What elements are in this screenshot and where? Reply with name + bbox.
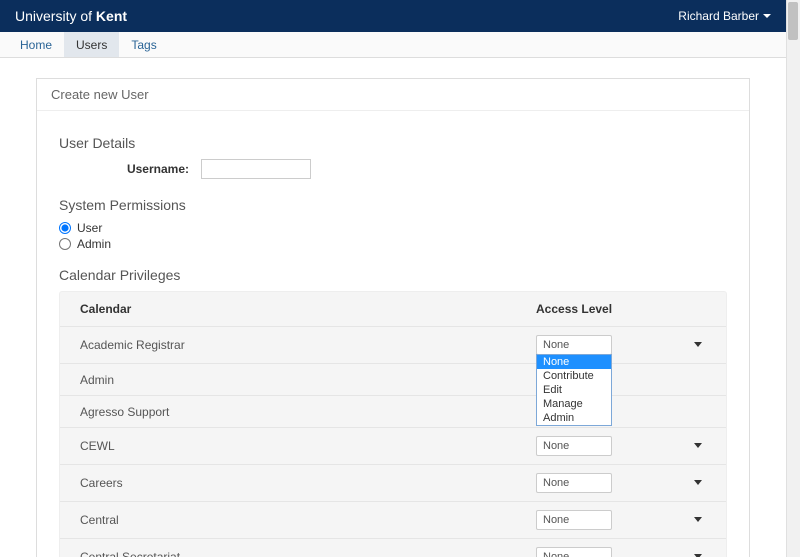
table-header: Calendar Access Level — [60, 292, 726, 326]
permission-admin-label: Admin — [77, 237, 111, 251]
calendar-name: Careers — [80, 476, 536, 490]
chevron-down-icon — [694, 342, 702, 347]
permission-user-row[interactable]: User — [59, 221, 727, 235]
scrollbar-thumb[interactable] — [788, 2, 798, 40]
table-row: CareersNone — [60, 464, 726, 501]
user-menu[interactable]: Richard Barber — [678, 9, 771, 23]
table-row: CEWLNone — [60, 427, 726, 464]
access-cell: None — [536, 473, 706, 493]
username-label: Username: — [99, 162, 189, 176]
chevron-down-icon — [694, 517, 702, 522]
access-level-option[interactable]: None — [537, 355, 611, 369]
access-cell: None — [536, 436, 706, 456]
brand: University of Kent — [15, 8, 127, 24]
scrollbar-track[interactable] — [786, 0, 800, 557]
section-user-details: User Details — [59, 135, 727, 151]
table-row: Academic RegistrarNoneNoneContributeEdit… — [60, 326, 726, 363]
panel-title: Create new User — [37, 79, 749, 111]
table-row: Admin — [60, 363, 726, 395]
calendar-name: Admin — [80, 373, 536, 387]
access-level-option[interactable]: Manage — [537, 397, 611, 411]
top-bar: University of Kent Richard Barber — [0, 0, 786, 32]
calendar-name: CEWL — [80, 439, 536, 453]
access-level-option[interactable]: Contribute — [537, 369, 611, 383]
access-level-option[interactable]: Edit — [537, 383, 611, 397]
access-level-dropdown: NoneContributeEditManageAdmin — [536, 354, 612, 426]
tab-users[interactable]: Users — [64, 32, 119, 57]
access-cell: None — [536, 510, 706, 530]
permission-user-label: User — [77, 221, 102, 235]
access-level-select[interactable]: None — [536, 547, 612, 557]
access-level-select[interactable]: None — [536, 436, 612, 456]
access-level-option[interactable]: Admin — [537, 411, 611, 425]
access-cell: NoneNoneContributeEditManageAdmin — [536, 335, 706, 355]
col-header-access: Access Level — [536, 302, 706, 316]
permission-admin-radio[interactable] — [59, 238, 71, 250]
permission-user-radio[interactable] — [59, 222, 71, 234]
access-cell: None — [536, 547, 706, 557]
calendar-name: Agresso Support — [80, 405, 536, 419]
table-row: CentralNone — [60, 501, 726, 538]
access-level-select[interactable]: None — [536, 473, 612, 493]
chevron-down-icon — [694, 443, 702, 448]
caret-down-icon — [763, 14, 771, 18]
user-menu-label: Richard Barber — [678, 9, 759, 23]
section-calendar-privileges: Calendar Privileges — [59, 267, 727, 283]
access-level-select[interactable]: None — [536, 335, 612, 355]
access-level-select[interactable]: None — [536, 510, 612, 530]
tab-home[interactable]: Home — [8, 32, 64, 57]
col-header-calendar: Calendar — [80, 302, 536, 316]
tab-tags[interactable]: Tags — [119, 32, 168, 57]
calendar-name: Academic Registrar — [80, 338, 536, 352]
permission-admin-row[interactable]: Admin — [59, 237, 727, 251]
username-input[interactable] — [201, 159, 311, 179]
calendar-name: Central — [80, 513, 536, 527]
section-system-permissions: System Permissions — [59, 197, 727, 213]
calendar-privileges-table: Calendar Access Level Academic Registrar… — [59, 291, 727, 557]
brand-prefix: University of — [15, 8, 96, 24]
chevron-down-icon — [694, 480, 702, 485]
table-row: Agresso Support — [60, 395, 726, 427]
nav-tabs: Home Users Tags — [0, 32, 786, 58]
create-user-panel: Create new User User Details Username: S… — [36, 78, 750, 557]
table-row: Central SecretariatNone — [60, 538, 726, 557]
calendar-name: Central Secretariat — [80, 550, 536, 557]
brand-bold: Kent — [96, 8, 127, 24]
